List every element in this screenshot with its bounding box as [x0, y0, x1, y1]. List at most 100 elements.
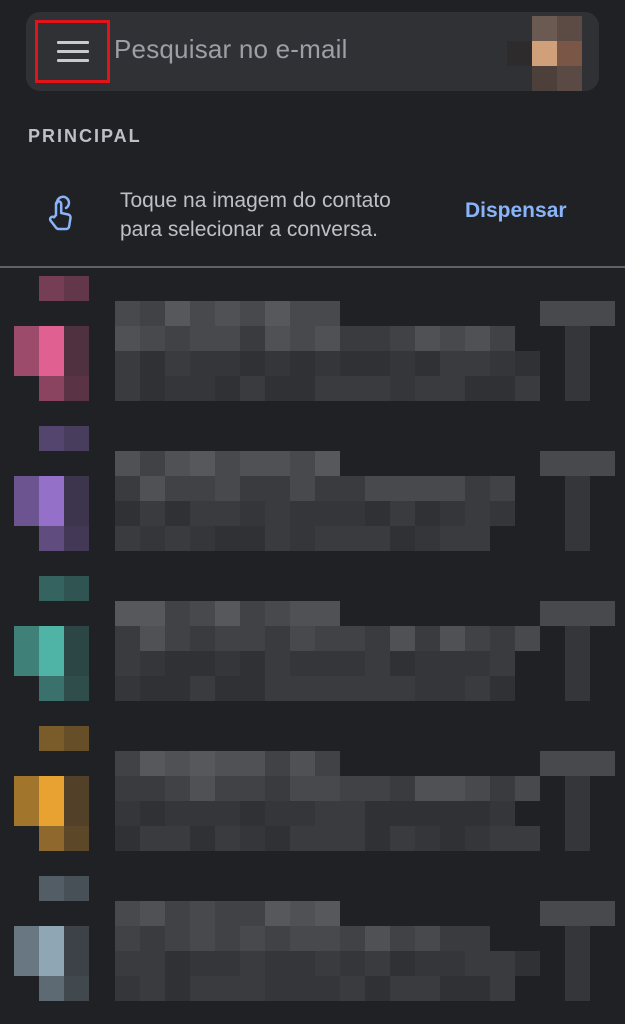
- blurred-text: [165, 676, 190, 701]
- blurred-text: [190, 951, 215, 976]
- blurred-text: [290, 926, 315, 951]
- blurred-text: [215, 301, 240, 326]
- blurred-text: [290, 476, 315, 501]
- blurred-text: [190, 901, 215, 926]
- sender-avatar[interactable]: [14, 426, 89, 551]
- blurred-text: [290, 501, 315, 526]
- sender-avatar[interactable]: [14, 876, 89, 1001]
- blurred-text: [215, 601, 240, 626]
- blurred-meta: [540, 601, 565, 626]
- menu-button[interactable]: [35, 20, 110, 83]
- blurred-text: [190, 926, 215, 951]
- dismiss-button[interactable]: Dispensar: [465, 199, 567, 223]
- blurred-meta: [565, 751, 590, 776]
- blurred-text: [415, 976, 440, 1001]
- blurred-text: [465, 676, 490, 701]
- blurred-text: [465, 976, 490, 1001]
- sender-avatar[interactable]: [14, 576, 89, 701]
- blurred-meta: [565, 476, 590, 501]
- blurred-meta: [565, 626, 590, 651]
- blurred-text: [240, 651, 265, 676]
- blurred-text: [365, 951, 390, 976]
- blurred-text: [215, 376, 240, 401]
- blurred-meta: [565, 926, 590, 951]
- blurred-text: [290, 301, 315, 326]
- blurred-meta: [540, 451, 565, 476]
- blurred-text: [140, 826, 165, 851]
- blurred-text: [215, 526, 240, 551]
- blurred-text: [240, 801, 265, 826]
- blurred-text: [265, 626, 290, 651]
- search-input[interactable]: Pesquisar no e-mail: [114, 34, 348, 65]
- blurred-text: [240, 376, 265, 401]
- blurred-text: [415, 326, 440, 351]
- blurred-text: [190, 476, 215, 501]
- blurred-text: [140, 951, 165, 976]
- blurred-text: [440, 776, 465, 801]
- search-bar[interactable]: Pesquisar no e-mail: [26, 12, 599, 91]
- blurred-text: [215, 651, 240, 676]
- blurred-text: [390, 676, 415, 701]
- blurred-text: [115, 776, 140, 801]
- blurred-text: [115, 326, 140, 351]
- blurred-text: [115, 451, 140, 476]
- blurred-text: [415, 376, 440, 401]
- blurred-meta: [565, 601, 590, 626]
- blurred-text: [265, 826, 290, 851]
- blurred-text: [165, 476, 190, 501]
- blurred-text: [415, 951, 440, 976]
- blurred-text: [240, 501, 265, 526]
- blurred-text: [490, 776, 515, 801]
- account-avatar[interactable]: [507, 16, 582, 91]
- blurred-text: [240, 926, 265, 951]
- blurred-text: [465, 501, 490, 526]
- blurred-text: [190, 676, 215, 701]
- blurred-text: [265, 676, 290, 701]
- blurred-text: [465, 626, 490, 651]
- thread-row[interactable]: [0, 576, 625, 701]
- blurred-text: [340, 376, 365, 401]
- blurred-text: [140, 901, 165, 926]
- blurred-text: [290, 826, 315, 851]
- sender-avatar[interactable]: [14, 276, 89, 401]
- blurred-text: [215, 626, 240, 651]
- blurred-text: [315, 626, 340, 651]
- blurred-text: [515, 626, 540, 651]
- blurred-text: [290, 351, 315, 376]
- blurred-meta: [540, 301, 565, 326]
- blurred-text: [190, 376, 215, 401]
- blurred-text: [140, 526, 165, 551]
- blurred-text: [340, 776, 365, 801]
- thread-row[interactable]: [0, 276, 625, 401]
- thread-row[interactable]: [0, 726, 625, 851]
- blurred-text: [340, 651, 365, 676]
- blurred-text: [415, 801, 440, 826]
- blurred-text: [140, 626, 165, 651]
- blurred-text: [165, 626, 190, 651]
- blurred-text: [265, 376, 290, 401]
- sender-avatar[interactable]: [14, 726, 89, 851]
- blurred-text: [165, 501, 190, 526]
- blurred-text: [165, 976, 190, 1001]
- blurred-text: [465, 926, 490, 951]
- blurred-text: [265, 926, 290, 951]
- blurred-text: [440, 951, 465, 976]
- blurred-text: [465, 801, 490, 826]
- blurred-text: [365, 776, 390, 801]
- thread-row[interactable]: [0, 876, 625, 1001]
- blurred-text: [240, 976, 265, 1001]
- blurred-text: [515, 951, 540, 976]
- blurred-text: [240, 326, 265, 351]
- blurred-text: [465, 826, 490, 851]
- blurred-text: [165, 951, 190, 976]
- touch-gesture-icon: [48, 195, 72, 231]
- blurred-text: [490, 676, 515, 701]
- blurred-text: [265, 951, 290, 976]
- thread-row[interactable]: [0, 426, 625, 551]
- blurred-text: [440, 826, 465, 851]
- blurred-text: [190, 601, 215, 626]
- gmail-inbox-screen: Pesquisar no e-mail PRINCIPAL Toque na i…: [0, 0, 625, 1024]
- blurred-text: [490, 651, 515, 676]
- blurred-text: [465, 776, 490, 801]
- blurred-text: [240, 776, 265, 801]
